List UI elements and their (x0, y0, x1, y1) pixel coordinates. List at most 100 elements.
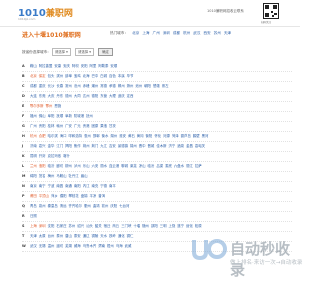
city-link[interactable]: 达州 (83, 94, 90, 98)
hot-city-link[interactable]: 天津 (224, 31, 231, 35)
city-link[interactable]: 眉山 (81, 174, 88, 178)
city-link[interactable]: 抚顺 (56, 114, 63, 118)
hot-city-link[interactable]: 广州 (153, 31, 160, 35)
city-link[interactable]: 呼和浩特 (69, 134, 83, 138)
city-link[interactable]: 安顺 (110, 64, 117, 68)
city-link[interactable]: 潮州 (91, 84, 98, 88)
city-link[interactable]: 九江 (100, 144, 107, 148)
city-link[interactable]: 河源 (163, 134, 170, 138)
city-link[interactable]: 赤峰 (83, 84, 90, 88)
city-link[interactable]: 宁波 (48, 184, 55, 188)
city-link[interactable]: 郴州 (118, 84, 125, 88)
city-link[interactable]: 荆门 (91, 144, 98, 148)
city-link[interactable]: 六安 (91, 164, 98, 168)
city-link[interactable]: 长春 (56, 84, 63, 88)
city-link[interactable]: 哈尔滨 (48, 134, 58, 138)
hot-city-link[interactable]: 苏州 (214, 31, 221, 35)
city-link[interactable]: 东莞 (39, 94, 46, 98)
city-link[interactable]: 牡丹江 (69, 174, 79, 178)
city-link[interactable]: 安阳 (81, 64, 88, 68)
city-link[interactable]: 白城 (100, 74, 107, 78)
city-link[interactable]: 滁州 (127, 84, 134, 88)
hot-city-link[interactable]: 武汉 (193, 31, 200, 35)
city-link[interactable]: 绍兴 (77, 224, 84, 228)
city-link[interactable]: 绥化 (186, 224, 193, 228)
city-link[interactable]: 通辽 (83, 234, 90, 238)
city-link[interactable]: 临沂 (48, 164, 55, 168)
city-link[interactable]: 德州 (65, 94, 72, 98)
city-link[interactable]: 朝阳 (144, 84, 151, 88)
city-link[interactable]: 泰安 (74, 234, 81, 238)
city-link[interactable]: 丽江 (186, 164, 193, 168)
city-link[interactable]: 梅州 (48, 174, 55, 178)
city-link[interactable]: 晋中 (139, 144, 146, 148)
city-link[interactable]: 阿勒泰 (98, 64, 108, 68)
city-link[interactable]: 大庆 (48, 94, 55, 98)
city-link[interactable]: 巴中 (91, 74, 98, 78)
city-link[interactable]: 金昌 (186, 144, 193, 148)
city-link[interactable]: 甘孜 (109, 124, 116, 128)
city-link[interactable]: 嘉兴 (39, 144, 46, 148)
city-link[interactable]: 南通 (65, 184, 72, 188)
city-link[interactable]: 济南 (30, 144, 37, 148)
hot-city-link[interactable]: 成都 (173, 31, 180, 35)
city-link[interactable]: 深圳 (39, 224, 46, 228)
city-link[interactable]: 六盘水 (174, 164, 184, 168)
city-link[interactable]: 绵阳 (30, 174, 37, 178)
hot-city-link[interactable]: 北京 (132, 31, 139, 35)
city-link[interactable]: 南充 (91, 184, 98, 188)
city-link[interactable]: 南京 (30, 184, 37, 188)
city-link[interactable]: 汕头 (86, 224, 93, 228)
city-link[interactable]: 兰州 (30, 164, 37, 168)
city-link[interactable]: 唐山 (65, 234, 72, 238)
city-link[interactable]: 重庆 (39, 84, 46, 88)
city-link[interactable]: 阿拉善盟 (39, 64, 53, 68)
city-link[interactable]: 常州 (65, 84, 72, 88)
city-link[interactable]: 渭南 (98, 244, 105, 248)
city-link[interactable]: 阿坝 (72, 64, 79, 68)
city-link[interactable]: 衡水 (102, 134, 109, 138)
city-link[interactable]: 阜新 (65, 114, 72, 118)
city-link[interactable]: 葫芦岛 (181, 134, 191, 138)
city-link[interactable]: 蚌埠 (65, 74, 72, 78)
city-link[interactable]: 酒泉 (177, 144, 184, 148)
city-link[interactable]: 乌海 (116, 244, 123, 248)
city-link[interactable]: 清远 (60, 204, 67, 208)
city-link[interactable]: 丽水 (100, 164, 107, 168)
city-link[interactable]: 丹东 (56, 94, 63, 98)
city-link[interactable]: 梧州 (107, 244, 114, 248)
city-link[interactable]: 吉安 (109, 144, 116, 148)
city-link[interactable]: 北海 (83, 74, 90, 78)
city-link[interactable]: 南平 (109, 184, 116, 188)
city-link[interactable]: 内江 (83, 184, 90, 188)
city-link[interactable]: 凉山 (139, 164, 146, 168)
city-link[interactable]: 衢州 (84, 204, 91, 208)
city-link[interactable]: 济宁 (169, 144, 176, 148)
city-link[interactable]: 楚雄 (153, 84, 160, 88)
city-link[interactable]: 百色 (109, 74, 116, 78)
city-link[interactable]: 合肥 (39, 134, 46, 138)
city-link[interactable]: 海口 (60, 134, 67, 138)
city-link[interactable]: 随州 (142, 224, 149, 228)
hot-city-link[interactable]: 上海 (142, 31, 149, 35)
city-link[interactable]: 定西 (127, 94, 134, 98)
city-link[interactable]: 江门 (56, 144, 63, 148)
city-link[interactable]: 鄂尔多斯 (30, 104, 44, 108)
city-link[interactable]: 金华 (48, 144, 55, 148)
city-link[interactable]: 娄底 (165, 164, 172, 168)
city-link[interactable]: 普洱 (98, 194, 105, 198)
city-link[interactable]: 上饶 (169, 224, 176, 228)
city-link[interactable]: 广元 (74, 124, 81, 128)
city-link[interactable]: 景德镇 (118, 144, 128, 148)
city-link[interactable]: 池州 (135, 84, 142, 88)
city-link[interactable]: 廊坊 (56, 164, 63, 168)
city-link[interactable]: 沈阳 (48, 224, 55, 228)
province-select[interactable]: 请选择 ▾ (51, 48, 71, 56)
city-link[interactable]: 泰州 (56, 234, 63, 238)
city-link[interactable]: 铜陵 (91, 234, 98, 238)
city-link[interactable]: 台州 (48, 234, 55, 238)
city-link[interactable]: 东营 (100, 94, 107, 98)
city-link[interactable]: 迪庆 (118, 94, 125, 98)
city-link[interactable]: 昆明 (30, 154, 37, 158)
city-link[interactable]: 平顶山 (39, 194, 49, 198)
